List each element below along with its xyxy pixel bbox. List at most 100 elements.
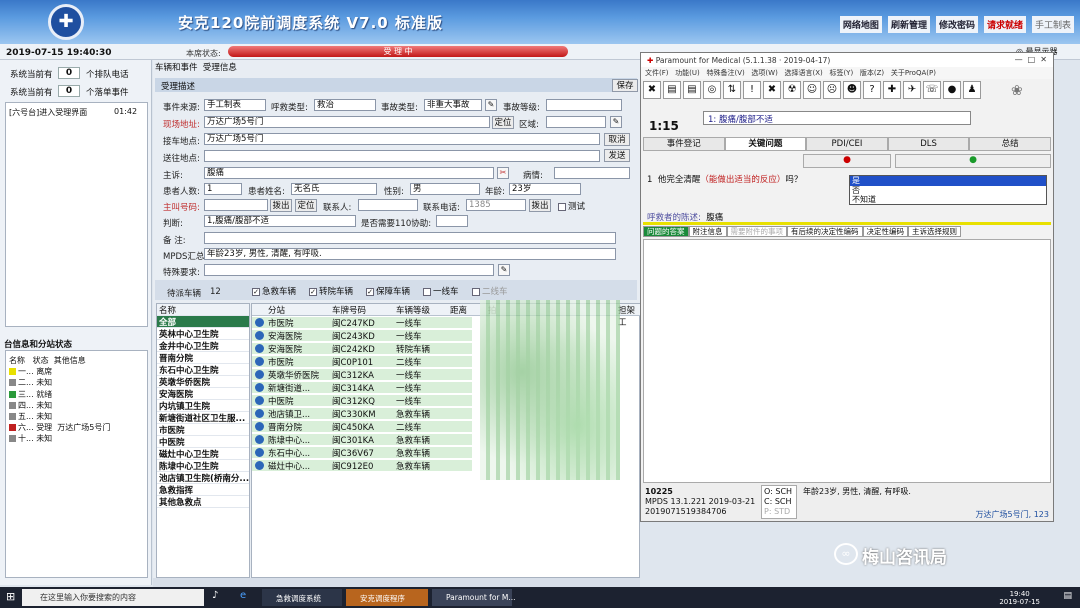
menu-file[interactable]: 文件(F) (645, 69, 669, 77)
tab-vehicles-events[interactable]: 车辆和事件 (155, 63, 198, 73)
prev-question-button[interactable]: ● (803, 154, 891, 168)
col-level[interactable]: 车辆等级 (396, 304, 430, 316)
col-distance[interactable]: 距离 (450, 304, 467, 316)
vehicle-row[interactable]: 安海医院 闽C243KD 一线车 (252, 330, 472, 342)
toolbar-tool-icon[interactable]: ✈ (903, 81, 921, 99)
subtab-notes[interactable]: 附注信息 (688, 226, 727, 237)
toolbar-tool-icon[interactable]: ▤ (663, 81, 681, 99)
station-item[interactable]: 磁灶中心卫生院 (157, 448, 249, 460)
vehicle-row[interactable]: 磁灶中心... 闽C912E0 急救车辆 (252, 460, 472, 472)
menu-options[interactable]: 选项(W) (751, 69, 777, 77)
toolbar-tool-icon[interactable]: ? (863, 81, 881, 99)
station-item[interactable]: 市医院 (157, 424, 249, 436)
toolbar-tool-icon[interactable]: ✚ (883, 81, 901, 99)
caller-input[interactable] (204, 199, 268, 211)
tab-pdi-cei[interactable]: PDI/CEI (806, 137, 888, 151)
col-plate[interactable]: 车牌号码 (332, 304, 366, 316)
station-item[interactable]: 东石中心卫生院 (157, 364, 249, 376)
age-select[interactable]: 23岁 (509, 183, 581, 195)
refresh-manage-link[interactable]: 刷新管理 (887, 16, 930, 33)
tab-case-entry[interactable]: 事件登记 (643, 137, 725, 151)
edit-icon[interactable]: ✎ (498, 264, 510, 276)
taskbar-item[interactable]: Paramount for M... (432, 589, 516, 606)
contact-input[interactable] (358, 199, 418, 211)
answer-option[interactable]: 否 (850, 186, 1046, 196)
toolbar-tool-icon[interactable]: ◎ (703, 81, 721, 99)
windows-start-icon[interactable]: ⊞ (6, 590, 15, 603)
vehicle-row[interactable]: 市医院 闽C247KD 一线车 (252, 317, 472, 329)
vehicle-row[interactable]: 东石中心... 闽C36V67 急救车辆 (252, 447, 472, 459)
toolbar-tool-icon[interactable]: ☢ (783, 81, 801, 99)
level-select[interactable] (546, 99, 622, 111)
pin-icon[interactable]: ✂ (497, 167, 509, 179)
judge-input[interactable]: 1,腹痛/腹部不适 (204, 215, 356, 227)
seat-row[interactable]: 六... 受理 万达广场5号门 (9, 422, 110, 433)
pickup-input[interactable]: 万达广场5号门 (204, 133, 600, 145)
change-password-link[interactable]: 修改密码 (935, 16, 978, 33)
cancel-button[interactable]: 取消 (604, 133, 630, 146)
send-button[interactable]: 发送 (604, 149, 630, 162)
microphone-icon[interactable]: ♪ (212, 590, 218, 601)
menu-version[interactable]: 版本(Z) (860, 69, 884, 77)
dial-button[interactable]: 拨出 (270, 199, 292, 212)
log-entry-text[interactable]: [六号台]进入受理界面 (9, 107, 87, 118)
calltype-select[interactable]: 救治 (314, 99, 376, 111)
patients-input[interactable]: 1 (204, 183, 242, 195)
col-stretcher[interactable]: 担架工 (618, 304, 641, 328)
menu-special[interactable]: 特殊备注(V) (706, 69, 744, 77)
subtab-answers[interactable]: 问题的答案 (643, 226, 689, 237)
vehicle-row[interactable]: 晋南分院 闽C450KA 二线车 (252, 421, 472, 433)
col-station[interactable]: 分站 (268, 304, 285, 316)
station-item[interactable]: 全部 (157, 316, 249, 328)
subtab-complaint-rules[interactable]: 主诉选择规则 (908, 226, 961, 237)
eventtype-select[interactable]: 非重大事故 (424, 99, 482, 111)
seat-row[interactable]: 一... 离席 (9, 366, 110, 377)
taskbar-item[interactable]: 安克调度程序 (346, 589, 428, 606)
toolbar-tool-icon[interactable]: ☹ (823, 81, 841, 99)
station-item[interactable]: 池店镇卫生院(桥南分... (157, 472, 249, 484)
station-item[interactable]: 金井中心卫生院 (157, 340, 249, 352)
subtab-attachments[interactable]: 需要附件的事项 (726, 226, 787, 237)
toolbar-tool-icon[interactable]: ✖ (643, 81, 661, 99)
menu-language[interactable]: 选择语言(X) (785, 69, 823, 77)
toolbar-tool-icon[interactable]: ☺ (803, 81, 821, 99)
window-controls[interactable]: — □ ✕ (1015, 55, 1047, 64)
dial-phone-button[interactable]: 拨出 (529, 199, 551, 212)
vehicle-row[interactable]: 中医院 闽C312KQ 一线车 (252, 395, 472, 407)
tab-key-questions[interactable]: 关键问题 (724, 137, 807, 151)
test-checkbox[interactable]: 测试 (558, 200, 585, 212)
taskbar-clock[interactable]: 19:40 2019-07-15 (999, 590, 1040, 606)
station-item[interactable]: 其他急救点 (157, 496, 249, 508)
station-item[interactable]: 英墩华侨医院 (157, 376, 249, 388)
request-ready-link[interactable]: 请求就绪 (983, 16, 1026, 33)
seat-row[interactable]: 三... 就绪 (9, 389, 110, 400)
seat-row[interactable]: 五... 未知 (9, 411, 110, 422)
edit-icon[interactable]: ✎ (610, 116, 622, 128)
locate-button[interactable]: 定位 (492, 116, 514, 129)
vehicle-row[interactable]: 英墩华侨医院 闽C312KA 一线车 (252, 369, 472, 381)
filter-second-line[interactable]: 二线车 (472, 285, 508, 297)
menu-label[interactable]: 标签(Y) (829, 69, 853, 77)
vehicle-row[interactable]: 新塘街道... 闽C314KA 一线车 (252, 382, 472, 394)
mpds-input[interactable]: 年龄23岁, 男性, 清醒, 有呼吸. (204, 248, 616, 260)
station-item[interactable]: 陈埭中心卫生院 (157, 460, 249, 472)
subtab-followup-codes[interactable]: 有后续的决定性编码 (787, 226, 863, 237)
notification-icon[interactable]: ▤ (1063, 591, 1072, 601)
manual-form-link[interactable]: 手工制表 (1031, 16, 1074, 33)
answer-option[interactable]: 是 (850, 176, 1046, 186)
dest-input[interactable] (204, 150, 600, 162)
toolbar-tool-icon[interactable]: ✖ (763, 81, 781, 99)
note-input[interactable] (204, 232, 616, 244)
filter-transfer[interactable]: ✓ 转院车辆 (309, 285, 353, 297)
station-item[interactable]: 急救指挥 (157, 484, 249, 496)
menu-about[interactable]: 关于ProQA(P) (891, 69, 936, 77)
sex-select[interactable]: 男 (410, 183, 480, 195)
locate-caller-button[interactable]: 定位 (295, 199, 317, 212)
seat-row[interactable]: 十... 未知 (9, 433, 110, 444)
station-item[interactable]: 新塘街道社区卫生服... (157, 412, 249, 424)
vehicle-row[interactable]: 陈埭中心... 闽C301KA 急救车辆 (252, 434, 472, 446)
toolbar-tool-icon[interactable]: ☻ (843, 81, 861, 99)
edit-icon[interactable]: ✎ (485, 99, 497, 111)
filter-first-line[interactable]: 一线车 (423, 285, 459, 297)
special-input[interactable] (204, 264, 494, 276)
